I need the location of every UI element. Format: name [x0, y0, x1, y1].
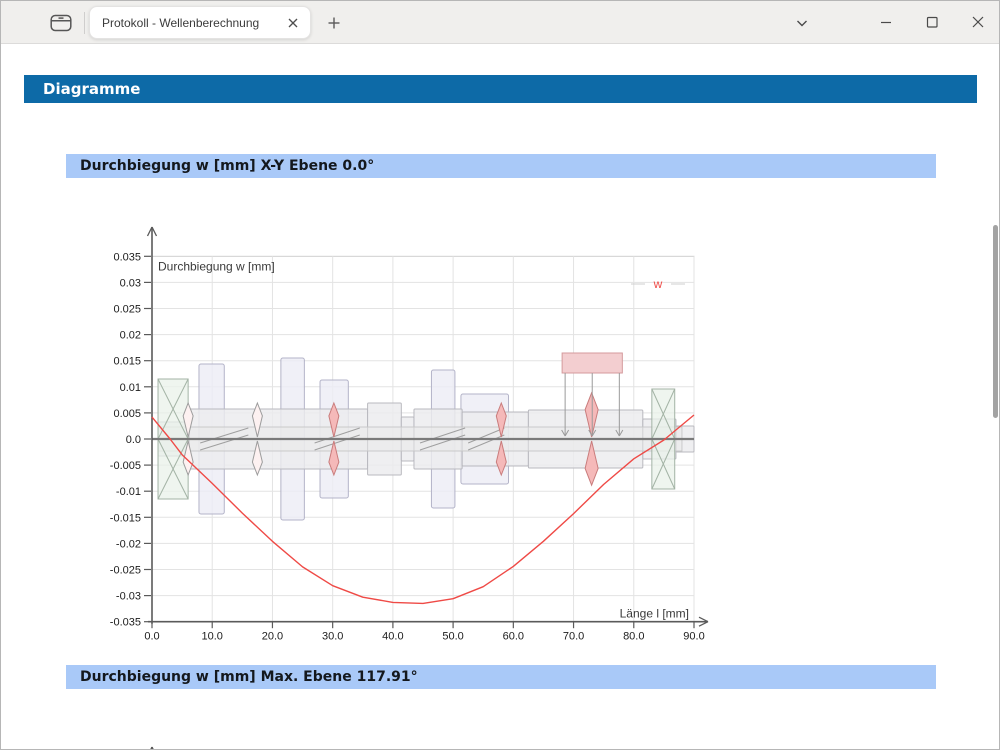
- svg-text:0.0: 0.0: [126, 434, 141, 446]
- legend: w: [631, 277, 685, 291]
- svg-text:0.01: 0.01: [120, 382, 141, 394]
- svg-text:40.0: 40.0: [382, 631, 403, 643]
- tab-actions-menu-button[interactable]: [47, 11, 75, 35]
- plus-icon: [327, 16, 341, 30]
- svg-text:20.0: 20.0: [262, 631, 283, 643]
- tab-list-button[interactable]: [789, 12, 815, 34]
- svg-text:30.0: 30.0: [322, 631, 343, 643]
- vertical-scrollbar-thumb[interactable]: [993, 225, 998, 418]
- svg-text:0.005: 0.005: [113, 408, 141, 420]
- browser-window: Protokoll - Wellenberechnung: [0, 0, 1000, 750]
- svg-text:-0.02: -0.02: [116, 538, 141, 550]
- svg-text:70.0: 70.0: [563, 631, 584, 643]
- svg-text:-0.005: -0.005: [110, 460, 141, 472]
- browser-tab[interactable]: Protokoll - Wellenberechnung: [89, 6, 311, 39]
- svg-text:-0.035: -0.035: [110, 617, 141, 629]
- chevron-down-icon: [794, 15, 810, 31]
- window-close-button[interactable]: [955, 1, 1000, 43]
- svg-text:10.0: 10.0: [202, 631, 223, 643]
- svg-text:w: w: [653, 277, 663, 291]
- chart-0: 0.035 0.03 0.025 0.02 0.015 0.01 0.005 0.0 -0.00…: [110, 227, 708, 643]
- svg-text:0.0: 0.0: [144, 631, 159, 643]
- svg-text:Durchbiegung w [mm]: Durchbiegung w [mm]: [158, 259, 275, 273]
- svg-text:-0.01: -0.01: [116, 486, 141, 498]
- svg-text:80.0: 80.0: [623, 631, 644, 643]
- svg-text:Länge l [mm]: Länge l [mm]: [620, 607, 689, 621]
- charts-canvas: 0.035 0.03 0.025 0.02 0.015 0.01 0.005 0.0 -0.00…: [1, 45, 1000, 750]
- svg-text:0.03: 0.03: [120, 277, 141, 289]
- svg-text:-0.03: -0.03: [116, 591, 141, 603]
- browser-titlebar: Protokoll - Wellenberechnung: [1, 1, 999, 44]
- shaft-overlay: [152, 353, 694, 520]
- tab-close-button[interactable]: [284, 14, 302, 32]
- svg-text:60.0: 60.0: [503, 631, 524, 643]
- minimize-icon: [877, 13, 895, 31]
- svg-text:0.02: 0.02: [120, 330, 141, 342]
- tab-actions-menu-icon: [50, 13, 72, 33]
- svg-text:0.025: 0.025: [113, 304, 141, 316]
- svg-text:-0.025: -0.025: [110, 565, 141, 577]
- maximize-icon: [923, 13, 941, 31]
- tabstrip-separator: [84, 12, 85, 34]
- tab-title: Protokoll - Wellenberechnung: [102, 16, 284, 30]
- maximize-button[interactable]: [909, 1, 954, 43]
- svg-text:0.035: 0.035: [113, 251, 141, 263]
- minimize-button[interactable]: [863, 1, 908, 43]
- svg-text:90.0: 90.0: [683, 631, 704, 643]
- svg-text:50.0: 50.0: [442, 631, 463, 643]
- close-icon: [969, 13, 987, 31]
- close-icon: [288, 18, 298, 28]
- svg-text:-0.015: -0.015: [110, 512, 141, 524]
- svg-text:0.015: 0.015: [113, 356, 141, 368]
- new-tab-button[interactable]: [321, 11, 347, 35]
- page-content: Diagramme Durchbiegung w [mm] X-Y Ebene …: [1, 45, 999, 750]
